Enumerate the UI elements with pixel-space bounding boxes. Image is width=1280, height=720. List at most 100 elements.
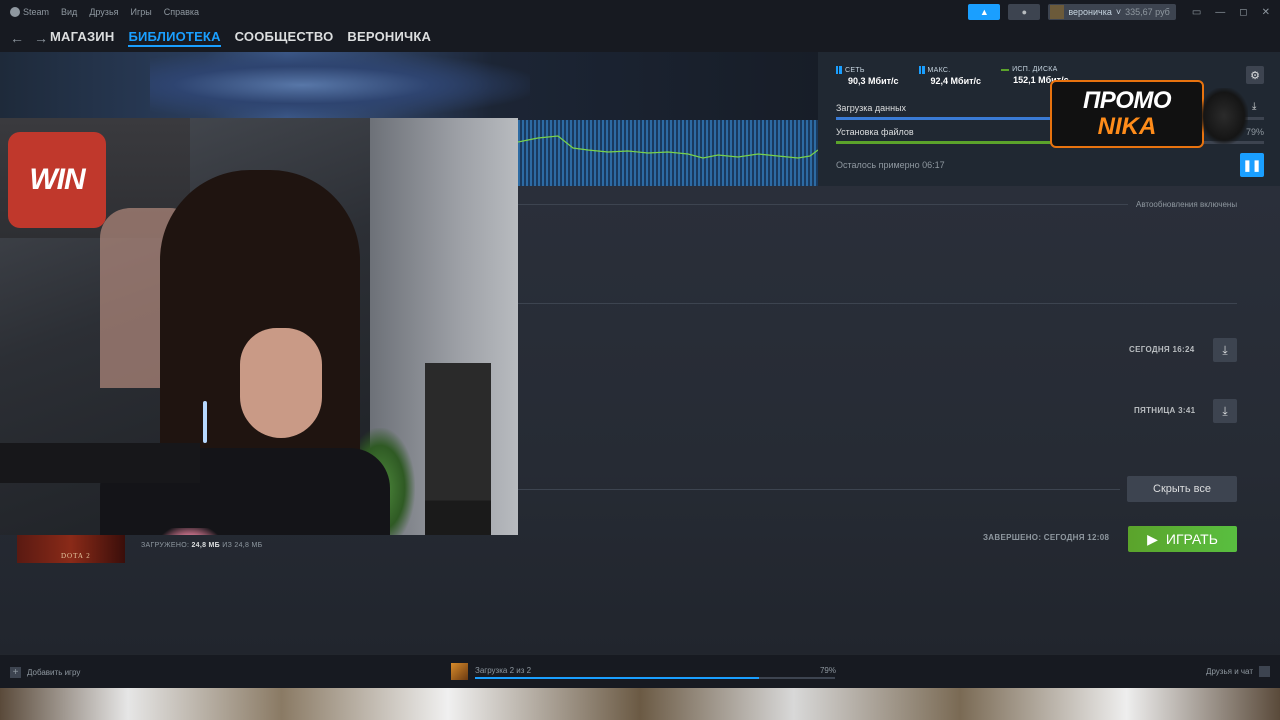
download-status-percent: 79% xyxy=(819,666,836,675)
game-logo: DOTA 2 xyxy=(61,552,91,560)
max-value: 92,4 Мбит/с xyxy=(930,76,982,86)
avatar xyxy=(1050,5,1065,19)
data-download-fill xyxy=(836,117,1050,120)
tab-store[interactable]: МАГАЗИН xyxy=(50,29,114,47)
downloaded-amount: 24,8 МБ xyxy=(191,542,221,549)
bell-icon: ● xyxy=(1021,7,1028,17)
download-icon: ⤓ xyxy=(1222,342,1228,357)
play-button[interactable]: ▶ ИГРАТЬ xyxy=(1128,526,1237,552)
maximize-icon[interactable]: ◻ xyxy=(1239,7,1247,18)
download-game-thumb xyxy=(451,663,468,680)
steam-menu-label: Steam xyxy=(23,6,50,17)
download-button-1[interactable]: ⤓ xyxy=(1213,338,1237,362)
friends-chat-label: Друзья и чат xyxy=(1206,667,1253,676)
friends-chat-button[interactable]: Друзья и чат xyxy=(1206,666,1270,677)
megaphone-icon: ▲ xyxy=(979,7,989,17)
account-name: вероничка xyxy=(1068,7,1112,17)
network-bars-icon xyxy=(836,66,842,74)
webcam-sign-text: WIN xyxy=(29,163,85,196)
download-stats: СЕТЬ 90,3 Мбит/с МАКС. 92,4 Мбит/с ИСП. … xyxy=(836,66,1069,86)
notifications-button[interactable]: ● xyxy=(1008,4,1041,20)
scheduled-time-2: ПЯТНИЦА 3:41 xyxy=(1134,406,1196,415)
hide-all-button[interactable]: Скрыть все xyxy=(1127,476,1237,502)
top-right-controls: ▲ ● вероничка ˅ 335,67 руб ▭ — ◻ ✕ xyxy=(968,4,1270,20)
webcam-flower xyxy=(145,528,235,535)
download-status-text: Загрузка 2 из 2 xyxy=(475,666,532,675)
disk-line-icon xyxy=(1001,68,1010,71)
menu-item-games[interactable]: Игры xyxy=(131,7,152,17)
play-label: ИГРАТЬ xyxy=(1165,531,1218,547)
download-button-2[interactable]: ⤓ xyxy=(1213,399,1237,423)
desktop-background xyxy=(0,688,1280,720)
downloaded-total: ИЗ 24,8 МБ xyxy=(222,542,263,549)
tab-profile[interactable]: ВЕРОНИЧКА xyxy=(347,29,431,47)
promo-line2: NIKA xyxy=(1097,113,1157,140)
queue-divider-completed xyxy=(518,489,1120,490)
forward-arrow-icon[interactable]: → xyxy=(34,30,48,46)
webcam-face xyxy=(240,328,322,438)
pause-button[interactable]: ❚❚ xyxy=(1240,153,1264,177)
promo-line1: ПРОМО xyxy=(1082,87,1172,114)
nav-tabs: МАГАЗИН БИБЛИОТЕКА СООБЩЕСТВО ВЕРОНИЧКА xyxy=(50,29,431,47)
add-game-label: Добавить игру xyxy=(27,668,81,677)
disk-usage-line xyxy=(518,135,818,159)
network-value: 90,3 Мбит/с xyxy=(848,76,899,86)
menu-item-friends[interactable]: Друзья xyxy=(89,7,118,17)
download-status-fill xyxy=(475,677,760,679)
time-remaining: Осталось примерно 06:17 xyxy=(836,160,945,170)
tab-community[interactable]: СООБЩЕСТВО xyxy=(235,29,334,47)
download-icon: ⤓ xyxy=(1222,403,1228,418)
big-picture-icon[interactable]: ▭ xyxy=(1192,7,1201,18)
downloaded-label: ЗАГРУЖЕНО: xyxy=(141,542,190,549)
network-stat: СЕТЬ 90,3 Мбит/с xyxy=(836,66,899,86)
game-banner-art xyxy=(150,52,530,118)
gear-icon: ⚙ xyxy=(1250,69,1260,82)
auto-updates-label: Автообновления включены xyxy=(1136,200,1238,209)
scheduled-time-1: СЕГОДНЯ 16:24 xyxy=(1129,345,1195,354)
webcam-headphone-light xyxy=(203,401,207,443)
download-status-track xyxy=(475,677,835,679)
nav-bar: ← → МАГАЗИН БИБЛИОТЕКА СООБЩЕСТВО ВЕРОНИ… xyxy=(0,24,1280,52)
top-menu-bar: Steam Вид Друзья Игры Справка ▲ ● верони… xyxy=(0,0,1280,24)
gamepad-image xyxy=(1200,88,1248,144)
download-arrow-icon: ⤓ xyxy=(1252,101,1257,112)
network-label: СЕТЬ xyxy=(845,66,865,74)
window-controls: ▭ — ◻ ✕ xyxy=(1192,7,1270,18)
network-graph xyxy=(518,120,818,186)
minimize-icon[interactable]: — xyxy=(1215,7,1225,18)
finished-time: ЗАВЕРШЕНО: СЕГОДНЯ 12:08 xyxy=(983,533,1110,542)
queue-divider-middle xyxy=(518,303,1237,304)
disk-label: ИСП. ДИСКА xyxy=(1012,66,1058,73)
steam-logo-icon xyxy=(10,7,20,18)
account-menu[interactable]: вероничка ˅ 335,67 руб xyxy=(1048,4,1176,20)
plus-icon: + xyxy=(10,667,21,678)
webcam-mic-arm xyxy=(0,443,200,483)
menu-item-view[interactable]: Вид xyxy=(61,7,77,17)
chevron-down-icon: ˅ xyxy=(1115,7,1122,17)
bottom-bar: + Добавить игру Загрузка 2 из 2 79% Друз… xyxy=(0,654,1280,688)
main-menu: Steam Вид Друзья Игры Справка xyxy=(0,7,199,18)
max-label: МАКС. xyxy=(927,66,951,74)
announcements-button[interactable]: ▲ xyxy=(968,4,1001,20)
settings-button[interactable]: ⚙ xyxy=(1246,66,1264,84)
wallet-balance: 335,67 руб xyxy=(1125,7,1170,17)
queue-divider-top xyxy=(518,204,1128,205)
pause-icon: ❚❚ xyxy=(1242,159,1262,172)
play-icon: ▶ xyxy=(1147,530,1158,547)
close-icon[interactable]: ✕ xyxy=(1262,7,1270,18)
back-arrow-icon[interactable]: ← xyxy=(10,30,24,46)
add-game-button[interactable]: + Добавить игру xyxy=(10,667,80,678)
max-bars-icon xyxy=(918,66,925,74)
file-install-percent: 79% xyxy=(1245,127,1264,137)
friends-icon xyxy=(1259,666,1270,677)
tab-library[interactable]: БИБЛИОТЕКА xyxy=(128,29,221,47)
webcam-win-sign: WIN xyxy=(8,132,106,228)
downloaded-size: ЗАГРУЖЕНО: 24,8 МБ ИЗ 24,8 МБ xyxy=(141,542,262,549)
steam-menu[interactable]: Steam xyxy=(10,7,49,18)
promo-overlay: ПРОМО NIKA xyxy=(1050,80,1204,148)
max-stat: МАКС. 92,4 Мбит/с xyxy=(918,66,982,86)
history-arrows: ← → xyxy=(0,30,50,46)
webcam-guitar xyxy=(425,363,491,535)
webcam-overlay: WIN xyxy=(0,118,518,535)
menu-item-help[interactable]: Справка xyxy=(164,7,199,17)
